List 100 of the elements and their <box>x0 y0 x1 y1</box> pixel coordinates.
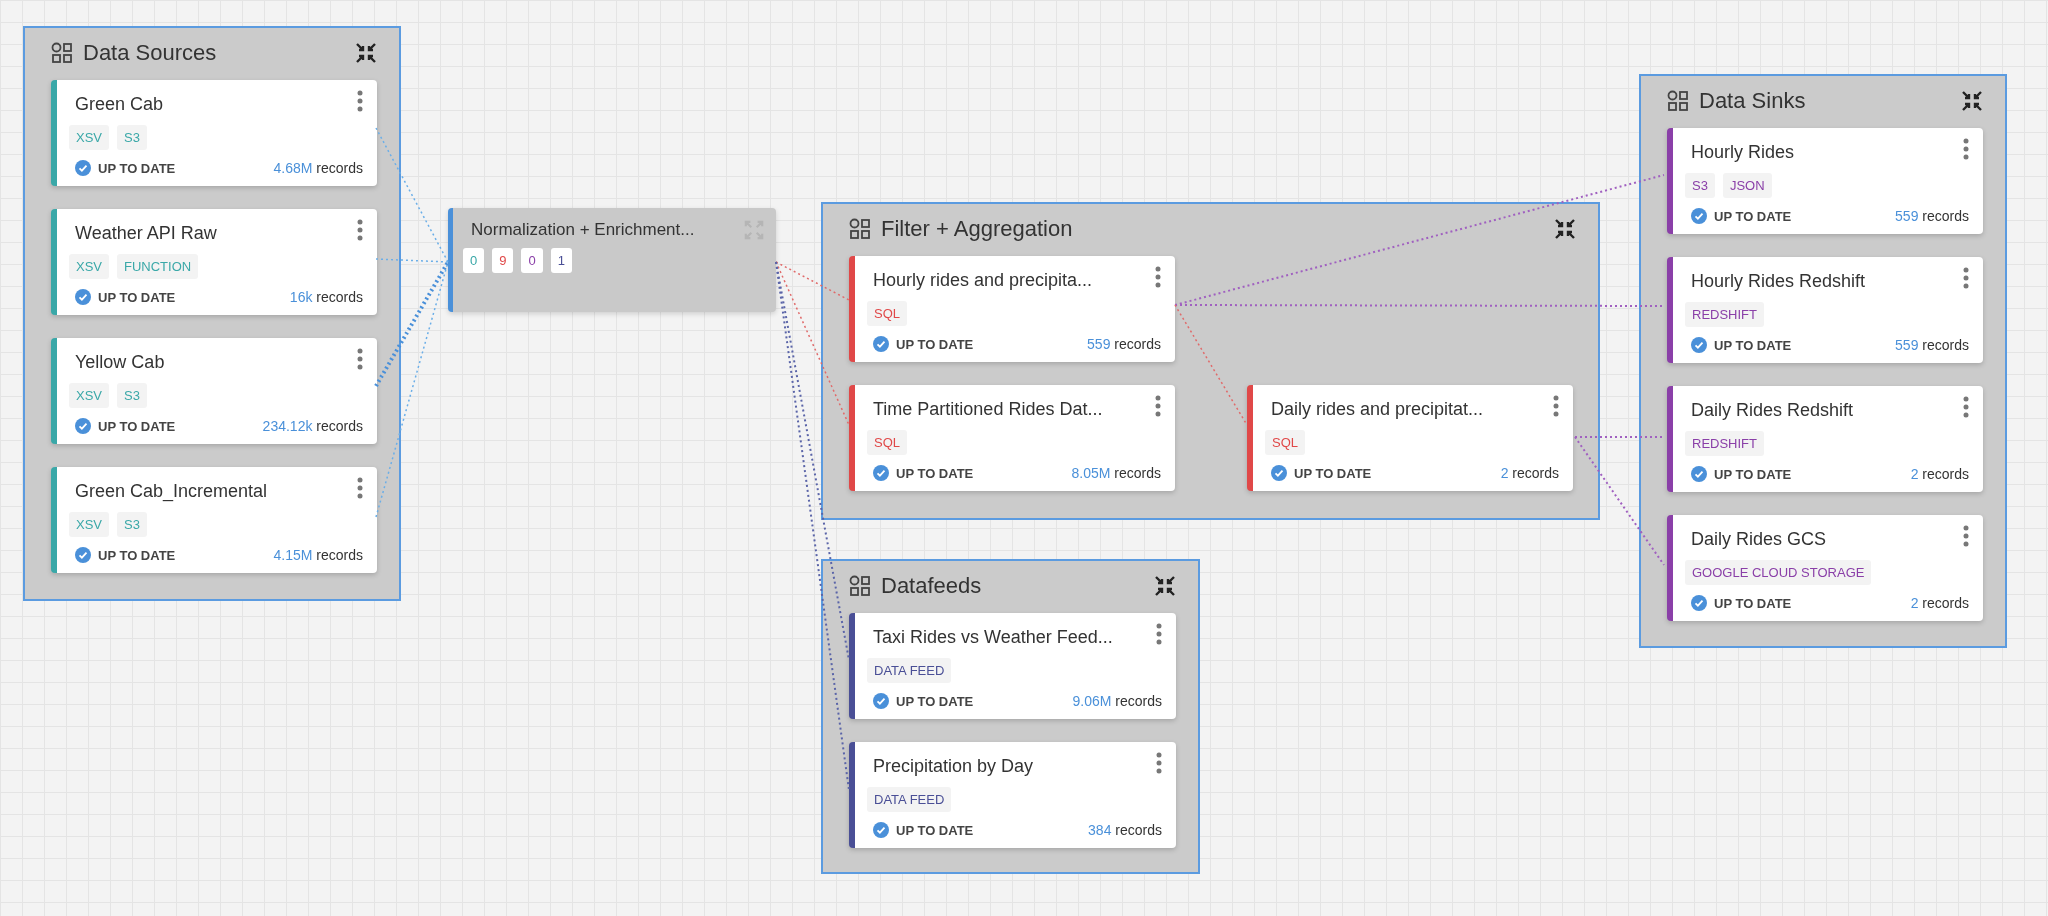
record-count: 4.15M records <box>273 547 363 563</box>
type-tag: SQL <box>1265 430 1305 455</box>
type-tag: JSON <box>1722 173 1772 198</box>
collapse-icon[interactable] <box>1154 575 1176 597</box>
type-tag: S3 <box>117 383 147 408</box>
record-count: 559 records <box>1895 208 1969 224</box>
more-icon[interactable] <box>1963 138 1969 160</box>
type-tag: S3 <box>1685 173 1715 198</box>
node-title: Weather API Raw <box>74 222 217 244</box>
type-tag: GOOGLE CLOUD STORAGE <box>1685 560 1872 585</box>
check-circle-icon <box>75 418 91 434</box>
node-card[interactable]: Time Partitioned Rides Dat... SQL UP TO DATE 8.05M records <box>849 385 1175 491</box>
status-text: UP TO DATE <box>1294 465 1372 481</box>
collapse-icon[interactable] <box>1961 90 1983 112</box>
check-circle-icon <box>873 465 889 481</box>
node-title: Green Cab_Incremental <box>74 480 268 502</box>
more-icon[interactable] <box>1963 267 1969 289</box>
type-tag: S3 <box>117 512 147 537</box>
node-card[interactable]: Weather API Raw XSV FUNCTION UP TO DATE 16k records <box>51 209 377 315</box>
type-tag: SQL <box>867 430 907 455</box>
check-circle-icon <box>75 547 91 563</box>
type-tag: DATA FEED <box>867 787 952 812</box>
status-text: UP TO DATE <box>1714 466 1792 482</box>
group-title: Normalization + Enrichment... <box>470 220 696 240</box>
node-title: Time Partitioned Rides Dat... <box>872 398 1103 420</box>
more-icon[interactable] <box>357 219 363 241</box>
node-card[interactable]: Precipitation by Day DATA FEED UP TO DATE 384 records <box>849 742 1176 848</box>
more-icon[interactable] <box>357 348 363 370</box>
check-circle-icon <box>1271 465 1287 481</box>
node-title: Daily rides and precipitat... <box>1270 398 1484 420</box>
node-card[interactable]: Green Cab_Incremental XSV S3 UP TO DATE 4.15M records <box>51 467 377 573</box>
node-card[interactable]: Daily Rides Redshift REDSHIFT UP TO DATE 2 records <box>1667 386 1983 492</box>
more-icon[interactable] <box>1963 396 1969 418</box>
count-badge: 1 <box>550 248 572 273</box>
count-badge: 0 <box>463 248 485 273</box>
type-tag: SQL <box>867 301 907 326</box>
collapsed-group[interactable]: Normalization + Enrichment... 0 9 0 1 <box>448 208 776 312</box>
node-title: Hourly Rides Redshift <box>1690 270 1866 292</box>
status-text: UP TO DATE <box>98 547 176 563</box>
node-card[interactable]: Yellow Cab XSV S3 UP TO DATE 234.12k records <box>51 338 377 444</box>
type-tag: XSV <box>69 254 109 279</box>
node-card[interactable]: Taxi Rides vs Weather Feed... DATA FEED UP TO DATE 9.06M records <box>849 613 1176 719</box>
node-title: Taxi Rides vs Weather Feed... <box>872 626 1113 648</box>
collapse-icon[interactable] <box>1554 218 1576 240</box>
node-card[interactable]: Hourly rides and precipita... SQL UP TO DATE 559 records <box>849 256 1175 362</box>
node-card[interactable]: Daily rides and precipitat... SQL UP TO DATE 2 records <box>1247 385 1573 491</box>
status-text: UP TO DATE <box>1714 208 1792 224</box>
grid-icon <box>849 218 871 240</box>
node-title: Daily Rides Redshift <box>1690 399 1854 421</box>
check-circle-icon <box>873 693 889 709</box>
record-count: 16k records <box>289 289 363 305</box>
more-icon[interactable] <box>1155 266 1161 288</box>
type-tag: S3 <box>117 125 147 150</box>
check-circle-icon <box>1691 208 1707 224</box>
grid-icon <box>1667 90 1689 112</box>
node-card[interactable]: Green Cab XSV S3 UP TO DATE 4.68M records <box>51 80 377 186</box>
status-text: UP TO DATE <box>1714 337 1792 353</box>
status-text: UP TO DATE <box>98 289 176 305</box>
status-text: UP TO DATE <box>98 418 176 434</box>
node-title: Hourly Rides <box>1690 141 1795 163</box>
grid-icon <box>51 42 73 64</box>
group-title: Data Sinks <box>1699 88 1807 114</box>
more-icon[interactable] <box>1553 395 1559 417</box>
more-icon[interactable] <box>1963 525 1969 547</box>
node-title: Yellow Cab <box>74 351 165 373</box>
type-tag: REDSHIFT <box>1685 431 1764 456</box>
node-card[interactable]: Daily Rides GCS GOOGLE CLOUD STORAGE UP TO DATE 2 records <box>1667 515 1983 621</box>
status-text: UP TO DATE <box>896 465 974 481</box>
record-count: 384 records <box>1088 822 1162 838</box>
group-title: Filter + Aggregation <box>881 216 1074 242</box>
type-tag: FUNCTION <box>117 254 199 279</box>
status-text: UP TO DATE <box>896 822 974 838</box>
more-icon[interactable] <box>1156 623 1162 645</box>
type-tag: XSV <box>69 383 109 408</box>
check-circle-icon <box>873 336 889 352</box>
node-card[interactable]: Hourly Rides S3 JSON UP TO DATE 559 records <box>1667 128 1983 234</box>
check-circle-icon <box>1691 466 1707 482</box>
check-circle-icon <box>75 289 91 305</box>
collapse-icon[interactable] <box>355 42 377 64</box>
more-icon[interactable] <box>1155 395 1161 417</box>
type-tag: DATA FEED <box>867 658 952 683</box>
check-circle-icon <box>1691 595 1707 611</box>
check-circle-icon <box>75 160 91 176</box>
type-tag: REDSHIFT <box>1685 302 1764 327</box>
more-icon[interactable] <box>357 477 363 499</box>
status-text: UP TO DATE <box>896 693 974 709</box>
status-text: UP TO DATE <box>896 336 974 352</box>
status-text: UP TO DATE <box>1714 595 1792 611</box>
record-count: 9.06M records <box>1072 693 1162 709</box>
type-tag: XSV <box>69 512 109 537</box>
more-icon[interactable] <box>1156 752 1162 774</box>
more-icon[interactable] <box>357 90 363 112</box>
record-count: 2 records <box>1910 466 1969 482</box>
grid-icon <box>849 575 871 597</box>
group-title: Datafeeds <box>881 573 983 599</box>
record-count: 8.05M records <box>1071 465 1161 481</box>
record-count: 234.12k records <box>262 418 363 434</box>
record-count: 559 records <box>1087 336 1161 352</box>
check-circle-icon <box>1691 337 1707 353</box>
node-card[interactable]: Hourly Rides Redshift REDSHIFT UP TO DATE 559 records <box>1667 257 1983 363</box>
